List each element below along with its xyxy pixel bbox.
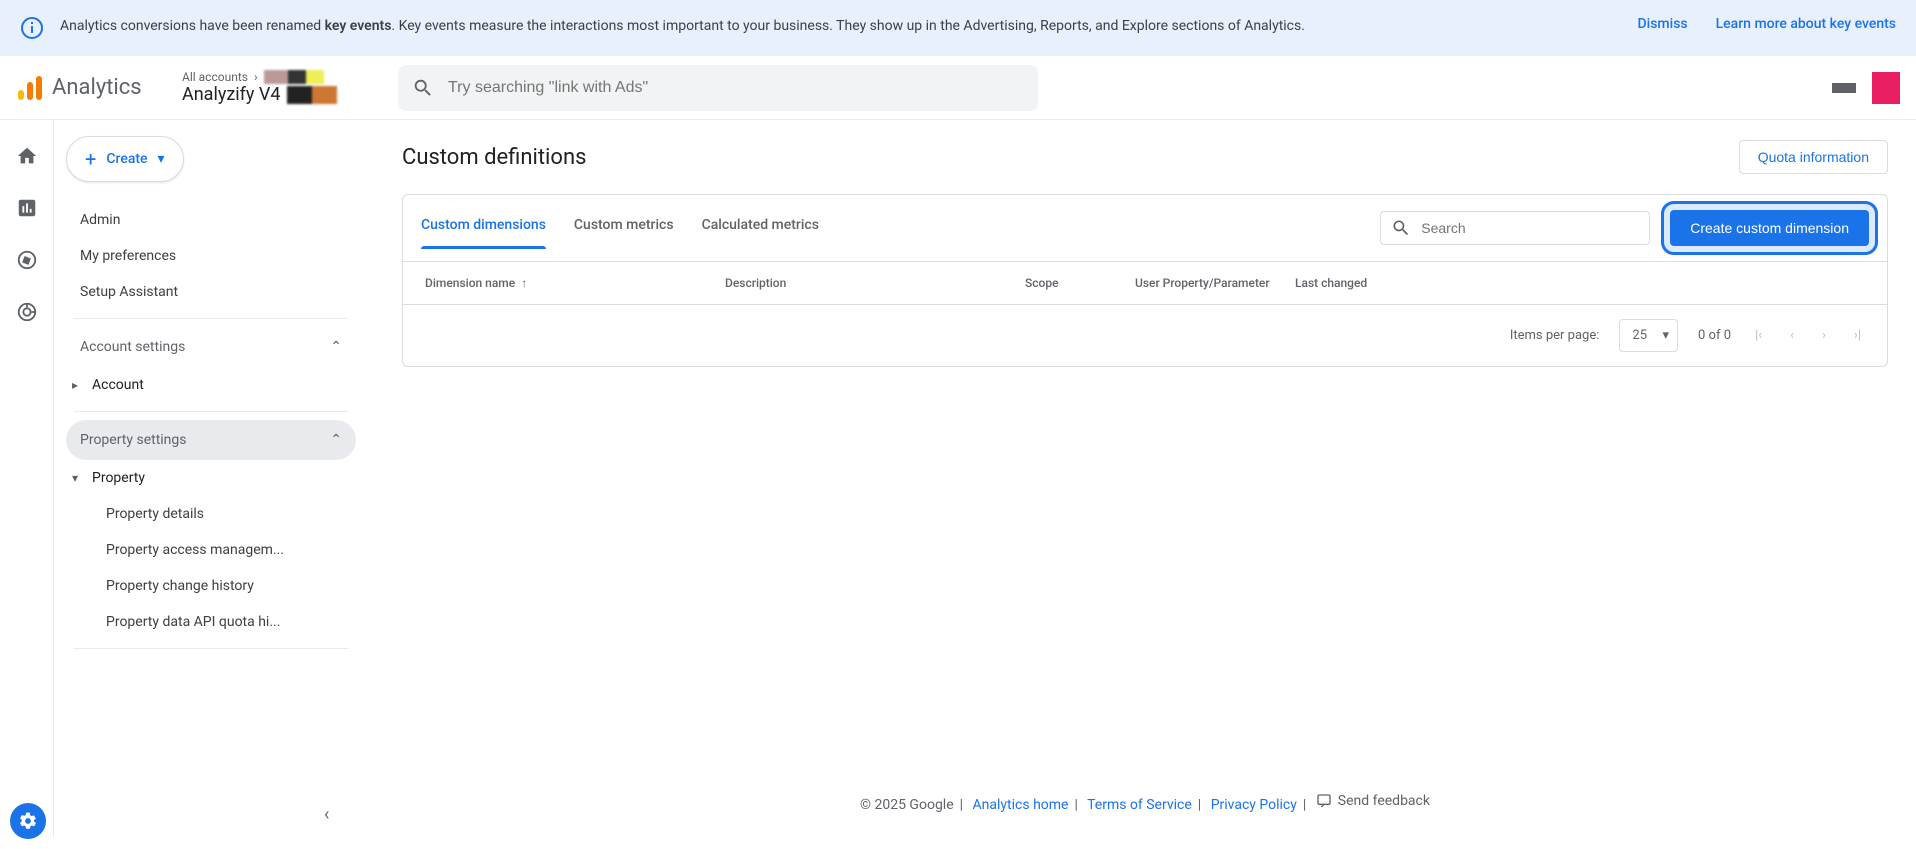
- learn-more-link[interactable]: Learn more about key events: [1716, 16, 1896, 32]
- tab-calculated-metrics[interactable]: Calculated metrics: [702, 209, 819, 247]
- info-banner: Analytics conversions have been renamed …: [0, 0, 1916, 56]
- gear-icon: [18, 811, 38, 831]
- table-search[interactable]: [1380, 211, 1650, 245]
- col-dimension-name[interactable]: Dimension name ↑: [425, 276, 725, 290]
- sort-asc-icon: ↑: [521, 276, 527, 290]
- property-settings-section[interactable]: Property settings ⌃: [66, 420, 356, 460]
- nav-rail: [0, 120, 54, 837]
- chevron-right-icon: ▸: [68, 378, 82, 392]
- chevron-up-icon: ⌃: [330, 339, 342, 355]
- reports-icon[interactable]: [15, 196, 39, 220]
- feedback-icon: [1316, 793, 1332, 809]
- nav-admin[interactable]: Admin: [66, 202, 356, 238]
- footer: © 2025 Google| Analytics home| Terms of …: [402, 781, 1888, 817]
- property-name-redacted: [287, 86, 337, 104]
- footer-analytics-home[interactable]: Analytics home: [973, 797, 1069, 813]
- quota-information-button[interactable]: Quota information: [1739, 140, 1888, 174]
- nav-setup-assistant[interactable]: Setup Assistant: [66, 274, 356, 310]
- chevron-down-icon: ▾: [68, 471, 82, 485]
- items-per-page-label: Items per page:: [1510, 328, 1600, 343]
- account-settings-section[interactable]: Account settings ⌃: [66, 327, 356, 367]
- settings-fab[interactable]: [10, 803, 46, 839]
- tab-custom-metrics[interactable]: Custom metrics: [574, 209, 674, 247]
- analytics-logo-icon: [16, 74, 44, 102]
- search-icon: [1391, 218, 1411, 238]
- account-name-redacted: [264, 70, 324, 84]
- send-feedback-button[interactable]: Send feedback: [1316, 793, 1430, 809]
- property-expand[interactable]: ▾ Property: [66, 460, 356, 496]
- page-size-select[interactable]: 25: [1619, 319, 1678, 352]
- collapse-sidebar-icon[interactable]: ‹: [324, 804, 329, 825]
- col-last-changed[interactable]: Last changed: [1295, 276, 1445, 290]
- header-indicator: [1832, 83, 1856, 93]
- chevron-right-icon: ›: [254, 70, 258, 84]
- tab-custom-dimensions[interactable]: Custom dimensions: [421, 209, 546, 247]
- first-page-icon[interactable]: |‹: [1751, 324, 1766, 347]
- page-title: Custom definitions: [402, 145, 586, 170]
- table-pagination: Items per page: 25 0 of 0 |‹ ‹ › ›|: [403, 304, 1887, 366]
- nav-my-preferences[interactable]: My preferences: [66, 238, 356, 274]
- dismiss-link[interactable]: Dismiss: [1638, 16, 1688, 32]
- search-icon: [412, 77, 434, 99]
- chevron-up-icon: ⌃: [330, 432, 342, 448]
- nav-property-access[interactable]: Property access managem...: [66, 532, 356, 568]
- footer-privacy[interactable]: Privacy Policy: [1211, 797, 1297, 813]
- admin-sidebar: + Create ▾ Admin My preferences Setup As…: [54, 120, 374, 837]
- dropdown-icon: ▾: [158, 151, 165, 167]
- col-scope[interactable]: Scope: [1025, 276, 1135, 290]
- banner-text: Analytics conversions have been renamed …: [60, 16, 1622, 37]
- page-range: 0 of 0: [1698, 328, 1731, 343]
- explore-icon[interactable]: [15, 248, 39, 272]
- footer-terms[interactable]: Terms of Service: [1087, 797, 1192, 813]
- info-icon: [20, 16, 44, 40]
- last-page-icon[interactable]: ›|: [1850, 324, 1865, 347]
- account-expand[interactable]: ▸ Account: [66, 367, 356, 403]
- app-header: Analytics All accounts › Analyzify V4: [0, 56, 1916, 120]
- create-button[interactable]: + Create ▾: [66, 136, 184, 182]
- tabs: Custom dimensions Custom metrics Calcula…: [421, 209, 819, 247]
- breadcrumb[interactable]: All accounts › Analyzify V4: [182, 70, 382, 105]
- table-header: Dimension name ↑ Description Scope User …: [403, 261, 1887, 304]
- col-description[interactable]: Description: [725, 276, 1025, 290]
- definitions-card: Custom dimensions Custom metrics Calcula…: [402, 194, 1888, 367]
- main-content: Custom definitions Quota information Cus…: [374, 120, 1916, 837]
- search-input[interactable]: [448, 79, 1024, 97]
- product-name: Analytics: [52, 75, 142, 100]
- nav-property-details[interactable]: Property details: [66, 496, 356, 532]
- nav-property-change-history[interactable]: Property change history: [66, 568, 356, 604]
- logo[interactable]: Analytics: [16, 74, 166, 102]
- global-search[interactable]: [398, 65, 1038, 111]
- prev-page-icon[interactable]: ‹: [1786, 324, 1798, 347]
- nav-property-api-quota[interactable]: Property data API quota hi...: [66, 604, 356, 640]
- avatar[interactable]: [1872, 72, 1900, 104]
- plus-icon: +: [85, 147, 96, 171]
- next-page-icon[interactable]: ›: [1818, 324, 1830, 347]
- col-user-property[interactable]: User Property/Parameter: [1135, 276, 1295, 290]
- home-icon[interactable]: [15, 144, 39, 168]
- create-custom-dimension-button[interactable]: Create custom dimension: [1670, 210, 1869, 246]
- table-search-input[interactable]: [1421, 220, 1639, 236]
- advertising-icon[interactable]: [15, 300, 39, 324]
